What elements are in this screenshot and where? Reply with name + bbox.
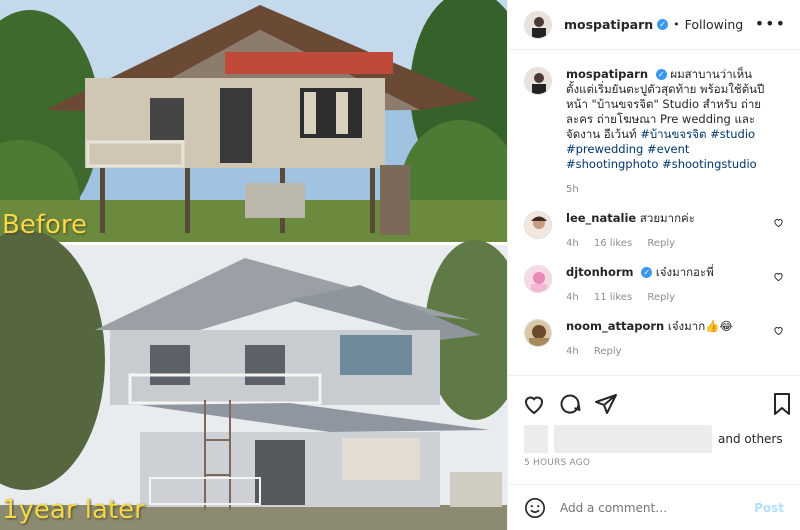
liked-by-names[interactable]	[554, 425, 712, 453]
profile-avatar-icon	[525, 68, 551, 94]
comments-list[interactable]: mospatiparn ✓ ผมสาบานว่าเห็นตั้งแต่เริ่ม…	[508, 51, 800, 374]
heart-icon[interactable]	[773, 325, 784, 336]
liker-avatar[interactable]	[524, 425, 548, 453]
post-timestamp[interactable]: 5 HOURS AGO	[524, 458, 590, 468]
comment-time[interactable]: 4h	[566, 238, 579, 249]
comment-meta: 5h	[566, 182, 768, 197]
caption-comment: mospatiparn ✓ ผมสาบานว่าเห็นตั้งแต่เริ่ม…	[524, 67, 786, 197]
profile-avatar-icon	[525, 266, 551, 292]
comment-meta: 4h 16 likes Reply	[566, 236, 768, 251]
avatar[interactable]	[524, 319, 552, 347]
bookmark-icon[interactable]	[770, 392, 794, 416]
post-sidebar: mospatiparn ✓ • Following ••• mospatipar…	[507, 0, 800, 530]
following-button[interactable]: Following	[685, 17, 744, 32]
comment-text: สวยมากค่ะ	[639, 211, 695, 225]
verified-icon: ✓	[641, 267, 653, 278]
and-others-link[interactable]: and others	[718, 432, 783, 446]
heart-icon[interactable]	[522, 392, 546, 416]
caption-username[interactable]: mospatiparn	[566, 67, 648, 81]
comment-likes[interactable]: 11 likes	[594, 292, 632, 303]
comment-body: djtonhorm ✓ เจ๋งมากอะพี่ 4h 11 likes Rep…	[566, 265, 786, 305]
comment-username[interactable]: djtonhorm	[566, 265, 634, 279]
heart-icon[interactable]	[773, 217, 784, 228]
comment-username[interactable]: lee_natalie	[566, 211, 636, 225]
caption-time[interactable]: 5h	[566, 184, 579, 195]
reply-button[interactable]: Reply	[647, 292, 675, 303]
profile-avatar-icon	[525, 212, 551, 238]
list-item: djtonhorm ✓ เจ๋งมากอะพี่ 4h 11 likes Rep…	[524, 265, 786, 305]
comment-text: เจ๋งมาก👍😂	[667, 319, 733, 333]
avatar[interactable]	[524, 211, 552, 239]
profile-avatar-icon	[525, 11, 551, 38]
verified-icon: ✓	[657, 19, 669, 30]
avatar[interactable]	[524, 10, 552, 39]
before-label: Before	[2, 210, 88, 240]
comment-body: noom_attaporn เจ๋งมาก👍😂 4h Reply	[566, 319, 786, 359]
post-actions	[508, 375, 800, 431]
heart-icon[interactable]	[773, 271, 784, 282]
comment-icon[interactable]	[558, 392, 582, 416]
header-username[interactable]: mospatiparn	[564, 17, 653, 32]
post-header: mospatiparn ✓ • Following •••	[508, 0, 800, 50]
avatar[interactable]	[524, 67, 552, 95]
list-item: noom_attaporn เจ๋งมาก👍😂 4h Reply	[524, 319, 786, 359]
comment-meta: 4h 11 likes Reply	[566, 290, 768, 305]
verified-icon: ✓	[655, 69, 667, 80]
comment-meta: 4h Reply	[566, 344, 768, 359]
profile-avatar-icon	[525, 320, 551, 346]
comment-body: lee_natalie สวยมากค่ะ 4h 16 likes Reply	[566, 211, 786, 251]
after-label: 1year later	[2, 495, 145, 525]
comment-time[interactable]: 4h	[566, 346, 579, 357]
header-separator: •	[673, 18, 680, 31]
likes-summary: and others	[524, 424, 788, 454]
post-button[interactable]: Post	[754, 501, 784, 515]
comment-text: เจ๋งมากอะพี่	[655, 265, 714, 279]
comment-username[interactable]: noom_attaporn	[566, 319, 664, 333]
share-icon[interactable]	[594, 392, 618, 416]
reply-button[interactable]: Reply	[594, 346, 622, 357]
before-after-photo	[0, 0, 507, 530]
comment-likes[interactable]: 16 likes	[594, 238, 632, 249]
post-photo[interactable]: Before 1year later	[0, 0, 507, 530]
comment-time[interactable]: 4h	[566, 292, 579, 303]
emoji-icon[interactable]	[524, 497, 546, 519]
more-options-icon[interactable]: •••	[755, 14, 786, 33]
comment-input[interactable]	[560, 500, 755, 515]
comment-body: mospatiparn ✓ ผมสาบานว่าเห็นตั้งแต่เริ่ม…	[566, 67, 786, 197]
avatar[interactable]	[524, 265, 552, 293]
reply-button[interactable]: Reply	[647, 238, 675, 249]
list-item: lee_natalie สวยมากค่ะ 4h 16 likes Reply	[524, 211, 786, 251]
add-comment-bar: Post	[508, 484, 800, 530]
